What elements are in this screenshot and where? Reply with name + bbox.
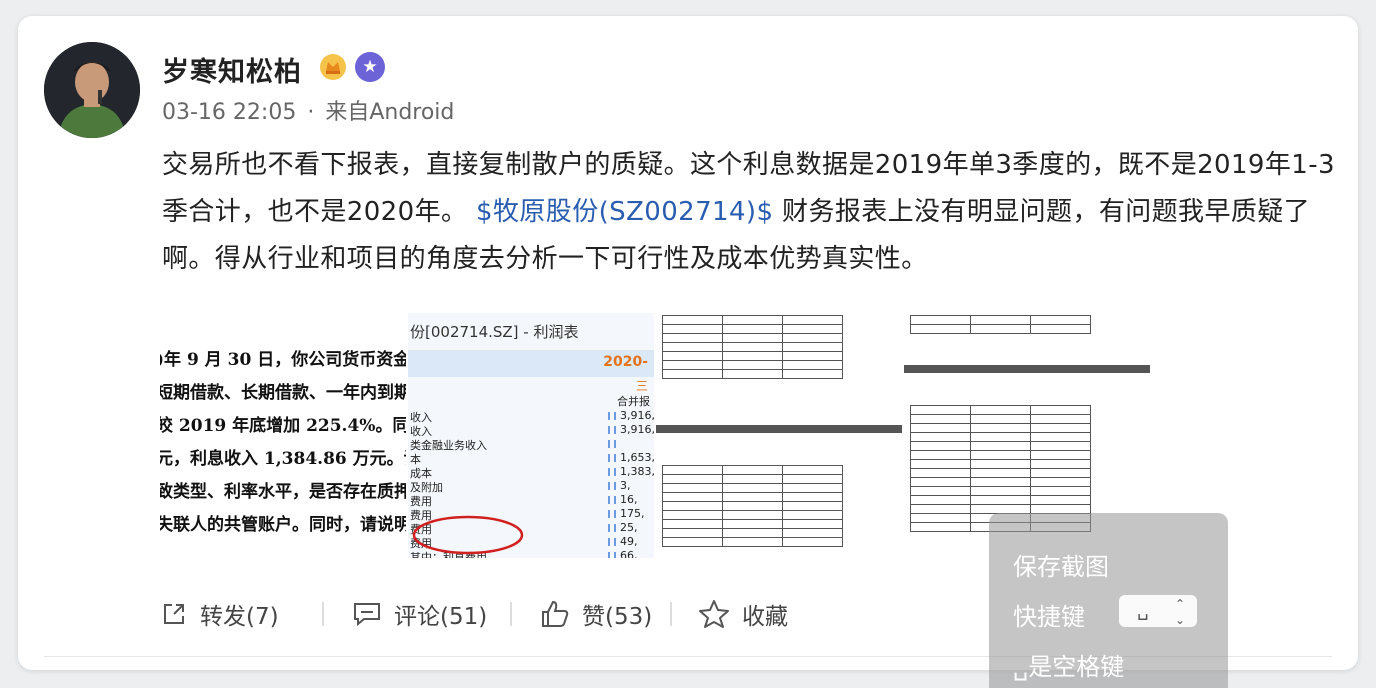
statement-year: 2020- <box>603 354 648 370</box>
vip-badge-icon[interactable] <box>319 53 347 81</box>
statement-row: 及附加 3, <box>408 479 654 494</box>
repost-label: 转发(7) <box>200 604 279 630</box>
screenshot-overlay-menu: 保存截图 快捷键 ␣ ⌃ ⌄ ␣是空格键 <box>989 513 1228 688</box>
save-screenshot-button[interactable]: 保存截图 <box>1013 547 1109 582</box>
share-icon <box>164 604 184 624</box>
statement-row-value: 3, <box>620 479 631 492</box>
chevron-updown-icon: ⌃ ⌄ <box>1174 597 1185 627</box>
action-divider <box>322 602 324 626</box>
post-time[interactable]: 03-16 22:05 <box>162 100 296 125</box>
author-name[interactable]: 岁寒知松柏 <box>162 50 302 89</box>
chart-icon[interactable] <box>608 538 616 546</box>
financial-table <box>910 315 1091 334</box>
space-key-hint: ␣是空格键 <box>1013 653 1125 681</box>
repost-button[interactable]: 转发(7) <box>160 594 279 634</box>
comment-button[interactable]: 评论(51) <box>352 594 487 634</box>
statement-row-value: 1,653, <box>620 451 654 464</box>
red-circle-annotation <box>412 515 524 555</box>
chart-icon[interactable] <box>608 552 616 558</box>
statement-row-value: 1,383, <box>620 465 654 478</box>
page-separator <box>904 365 1150 373</box>
statement-row: 收入 3,916, <box>408 409 654 424</box>
statement-sub: 三 <box>635 379 648 393</box>
chart-icon[interactable] <box>608 524 616 532</box>
comment-label: 评论(51) <box>394 604 488 630</box>
post-source: 来自Android <box>325 100 455 125</box>
financial-table <box>662 315 843 379</box>
chart-icon[interactable] <box>608 426 616 434</box>
image-text-line: )年 9 月 30 日，你公司货币资金余额 <box>160 350 406 370</box>
favorite-label: 收藏 <box>742 604 788 630</box>
statement-title: 份[002714.SZ] - 利润表 <box>408 313 654 351</box>
image-thumbnail-announcement[interactable]: )年 9 月 30 日，你公司货币资金余额 短期借款、长期借款、一年内到期的 皎… <box>160 313 406 558</box>
comment-icon <box>354 603 380 627</box>
image-text-line: 元，利息收入 1,384.86 万元。请以列 <box>160 449 406 469</box>
favorite-button[interactable]: 收藏 <box>698 594 788 634</box>
chart-icon[interactable] <box>608 454 616 462</box>
statement-row-value: 49, <box>620 535 638 548</box>
like-button[interactable]: 赞(53) <box>540 594 652 634</box>
star-badge-icon[interactable]: ★ <box>355 52 385 82</box>
action-divider <box>670 602 672 626</box>
financial-table <box>662 465 843 547</box>
shortcut-select[interactable]: ␣ ⌃ ⌄ <box>1119 595 1197 627</box>
statement-row: 类金融业务收入 <box>408 437 654 452</box>
chart-icon[interactable] <box>608 496 616 504</box>
image-thumbnail-income-statement[interactable]: 份[002714.SZ] - 利润表 2020- 三 合并报 收入 3,916, 收… <box>408 313 654 558</box>
image-text-line: 皎 2019 年底增加 225.4%。同时，2 <box>160 416 406 436</box>
stock-link[interactable]: $牧原股份(SZ002714)$ <box>476 197 773 227</box>
statement-row-value: 175, <box>620 507 645 520</box>
chart-icon[interactable] <box>608 440 616 448</box>
statement-row: 本 1,653, <box>408 451 654 466</box>
avatar[interactable] <box>44 42 140 138</box>
action-divider <box>510 602 512 626</box>
post-meta: 03-16 22:05 · 来自Android <box>162 94 454 126</box>
post-text: 交易所也不看下报表，直接复制散户的质疑。这个利息数据是2019年单3季度的，既不… <box>162 142 1342 283</box>
statement-row: 成本 1,383, <box>408 465 654 480</box>
statement-row-value: 25, <box>620 521 638 534</box>
statement-row-value: 16, <box>620 493 638 506</box>
statement-row-value: 66, <box>620 549 638 558</box>
chart-icon[interactable] <box>608 412 616 420</box>
statement-row-value: 3,916, <box>620 423 654 436</box>
statement-column: 合并报 <box>617 395 650 408</box>
thumbs-up-icon <box>542 600 569 627</box>
meta-separator: · <box>307 100 315 125</box>
page-separator <box>656 425 902 433</box>
star-icon <box>699 600 729 628</box>
statement-row: 收入 3,916, <box>408 423 654 438</box>
shortcut-value: ␣ <box>1137 600 1149 621</box>
image-text-line: 短期借款、长期借款、一年内到期的 <box>160 383 406 403</box>
image-text-line: 致类型、利率水平，是否存在质押、 <box>160 482 406 502</box>
chart-icon[interactable] <box>608 482 616 490</box>
image-thumbnail-financial-table-1[interactable] <box>656 313 902 558</box>
like-label: 赞(53) <box>582 604 653 630</box>
image-text-line: 失联人的共管账户。同时，请说明价 <box>160 515 406 535</box>
statement-row: 费用 16, <box>408 493 654 508</box>
chart-icon[interactable] <box>608 468 616 476</box>
statement-row-value: 3,916, <box>620 409 654 422</box>
chart-icon[interactable] <box>608 510 616 518</box>
shortcut-label: 快捷键 <box>1013 603 1085 631</box>
